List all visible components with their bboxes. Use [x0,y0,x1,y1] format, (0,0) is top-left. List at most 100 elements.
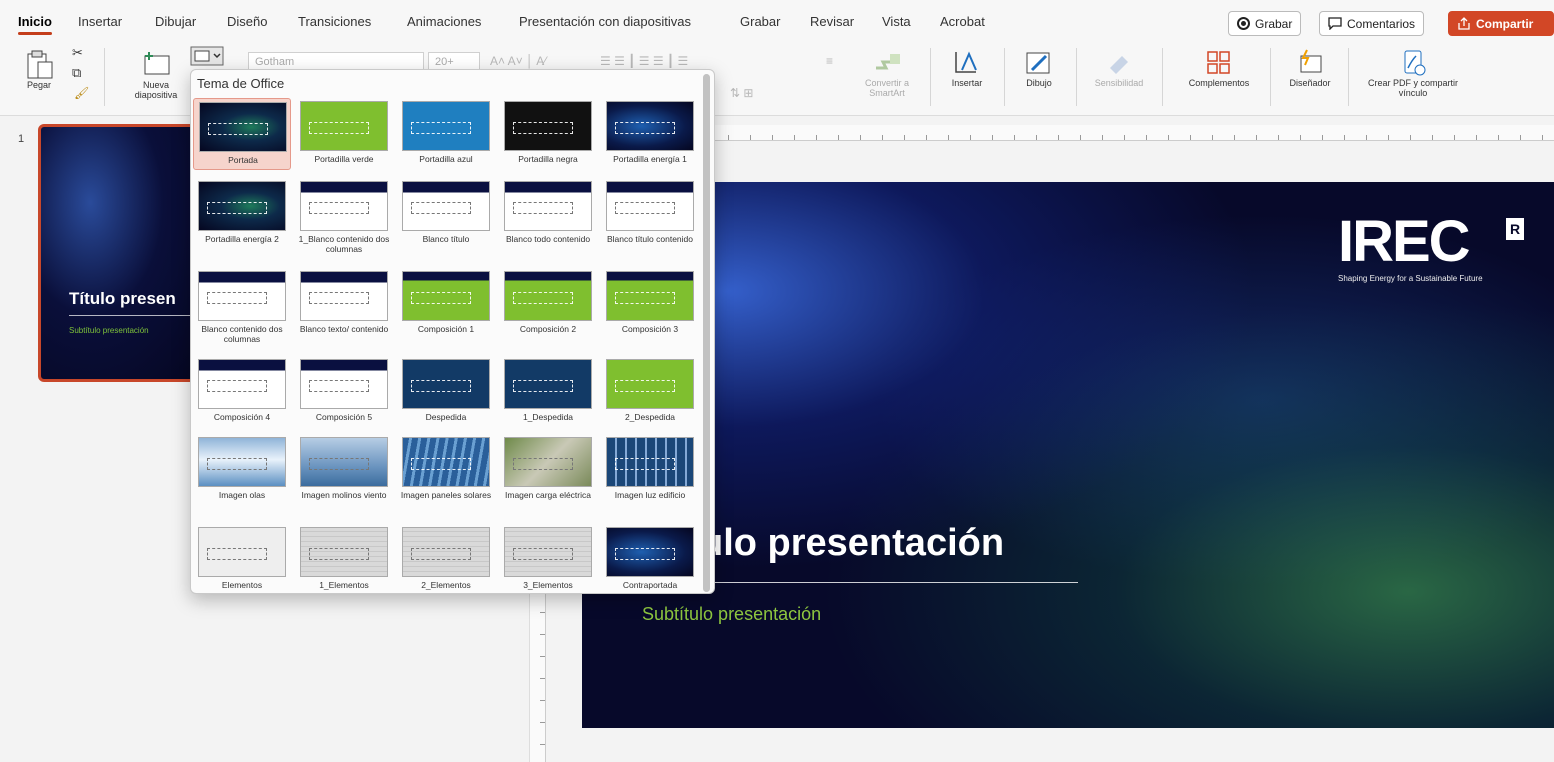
tab-revisar[interactable]: Revisar [810,14,854,29]
layout-item[interactable]: Despedida [397,356,495,428]
brush-icon: 🖌 [74,86,90,100]
layout-item[interactable]: Composición 4 [193,356,291,428]
layout-item[interactable]: Composición 3 [601,268,699,340]
layout-thumbnail [198,527,286,577]
layout-thumbnail [402,101,490,151]
layout-thumbnail [606,101,694,151]
layout-item[interactable]: Portadilla energía 2 [193,178,291,250]
layout-item[interactable]: Blanco título contenido [601,178,699,250]
slide-thumbnail-1[interactable]: Título presen Subtítulo presentación [38,124,208,382]
layout-item[interactable]: Blanco todo contenido [499,178,597,250]
paste-button[interactable]: Pegar [18,48,60,90]
tab-vista[interactable]: Vista [882,14,911,29]
format-painter-button[interactable]: 🖌 [74,86,90,100]
scissors-icon: ✂ [72,45,83,60]
tab-dibujar[interactable]: Dibujar [155,14,196,29]
tab-animaciones[interactable]: Animaciones [407,14,481,29]
layout-thumbnail [402,527,490,577]
layout-item[interactable]: Composición 2 [499,268,597,340]
layout-item[interactable]: Imagen olas [193,434,291,506]
layout-item[interactable]: Elementos [193,524,291,593]
tab-transiciones[interactable]: Transiciones [298,14,371,29]
copy-button[interactable]: ⧉ [72,65,82,80]
scrollbar-thumb[interactable] [703,74,710,592]
tab-presentacion[interactable]: Presentación con diapositivas [519,14,691,29]
slide-canvas[interactable]: IREC R Shaping Energy for a Sustainable … [582,182,1554,728]
layout-item[interactable]: Blanco contenido dos columnas [193,268,291,344]
logo-mark: R [1506,218,1524,240]
tab-acrobat[interactable]: Acrobat [940,14,985,29]
layout-item[interactable]: Portadilla negra [499,98,597,170]
layout-item[interactable]: Blanco texto/ contenido [295,268,393,340]
menu-tab-bar: Inicio Insertar Dibujar Diseño Transicio… [0,0,1554,40]
ribbon-separator [1348,48,1349,106]
layout-item[interactable]: 2_Despedida [601,356,699,428]
slide-subtitle[interactable]: Subtítulo presentación [642,604,821,625]
cut-button[interactable]: ✂ [72,45,83,60]
sensitivity-button[interactable]: Sensibilidad [1086,48,1152,88]
new-slide-button[interactable]: Nueva diapositiva [124,48,188,100]
tab-inicio[interactable]: Inicio [18,14,52,35]
layout-item[interactable]: Imagen carga eléctrica [499,434,597,506]
placeholder-box [615,548,675,560]
layout-icon [190,46,224,66]
layout-item[interactable]: 1_Blanco contenido dos columnas [295,178,393,254]
dropdown-header: Tema de Office [197,76,285,91]
paste-label: Pegar [26,80,52,90]
layout-name: Blanco todo contenido [505,234,591,244]
designer-button[interactable]: Diseñador [1280,48,1340,88]
placeholder-box [207,458,267,470]
ribbon-separator [1004,48,1005,106]
layout-item[interactable]: Portadilla azul [397,98,495,170]
logo-tagline: Shaping Energy for a Sustainable Future [1338,274,1483,283]
layout-item[interactable]: Blanco título [397,178,495,250]
tab-diseno[interactable]: Diseño [227,14,267,29]
layout-item[interactable]: 1_Elementos [295,524,393,593]
addins-button[interactable]: Complementos [1176,48,1262,88]
create-pdf-button[interactable]: Crear PDF y compartir vínculo [1358,48,1468,98]
tab-grabar[interactable]: Grabar [740,14,780,29]
layout-name: 1_Despedida [522,412,574,422]
ribbon-separator [930,48,931,106]
layout-item[interactable]: Portada [193,98,291,170]
vertical-ruler [530,590,546,762]
layout-item[interactable]: 2_Elementos [397,524,495,593]
layout-dropdown: Tema de Office Portada Portadilla verde Po… [190,69,715,594]
layout-item[interactable]: Imagen molinos viento [295,434,393,506]
slide-title[interactable]: ulo presentación [700,522,1004,565]
layout-name: Portadilla negra [518,154,578,164]
tab-insertar[interactable]: Insertar [78,14,122,29]
draw-label: Dibujo [1026,78,1052,88]
layout-item[interactable]: Portadilla energía 1 [601,98,699,170]
record-button[interactable]: Grabar [1228,11,1302,36]
layout-item[interactable]: Imagen paneles solares [397,434,495,506]
layout-item[interactable]: Contraportada [601,524,699,593]
layout-item[interactable]: Imagen luz edificio [601,434,699,506]
convert-smartart-button[interactable]: Convertir a SmartArt [856,48,918,98]
layout-thumbnail [198,437,286,487]
layout-item[interactable]: 3_Elementos [499,524,597,593]
layout-thumbnail [606,527,694,577]
comments-button[interactable]: Comentarios [1319,11,1425,36]
placeholder-box [411,548,471,560]
layout-thumbnail [402,437,490,487]
layout-name: Portadilla verde [314,154,374,164]
pen-icon [1026,52,1050,74]
placeholder-box [615,292,675,304]
draw-button[interactable]: Dibujo [1016,48,1062,88]
dropdown-scrollbar[interactable] [703,74,710,592]
share-button[interactable]: Compartir [1448,11,1554,36]
layout-item[interactable]: 1_Despedida [499,356,597,428]
placeholder-box [309,202,369,214]
layout-item[interactable]: Composición 5 [295,356,393,428]
placeholder-box [615,202,675,214]
new-slide-icon [144,52,170,75]
insert-shapes-button[interactable]: Insertar [944,48,990,88]
placeholder-box [513,122,573,134]
layout-thumbnail [300,271,388,321]
layout-item[interactable]: Composición 1 [397,268,495,340]
layout-item[interactable]: Portadilla verde [295,98,393,170]
layout-button[interactable] [190,46,224,66]
placeholder-box [207,380,267,392]
copy-icon: ⧉ [72,65,82,80]
